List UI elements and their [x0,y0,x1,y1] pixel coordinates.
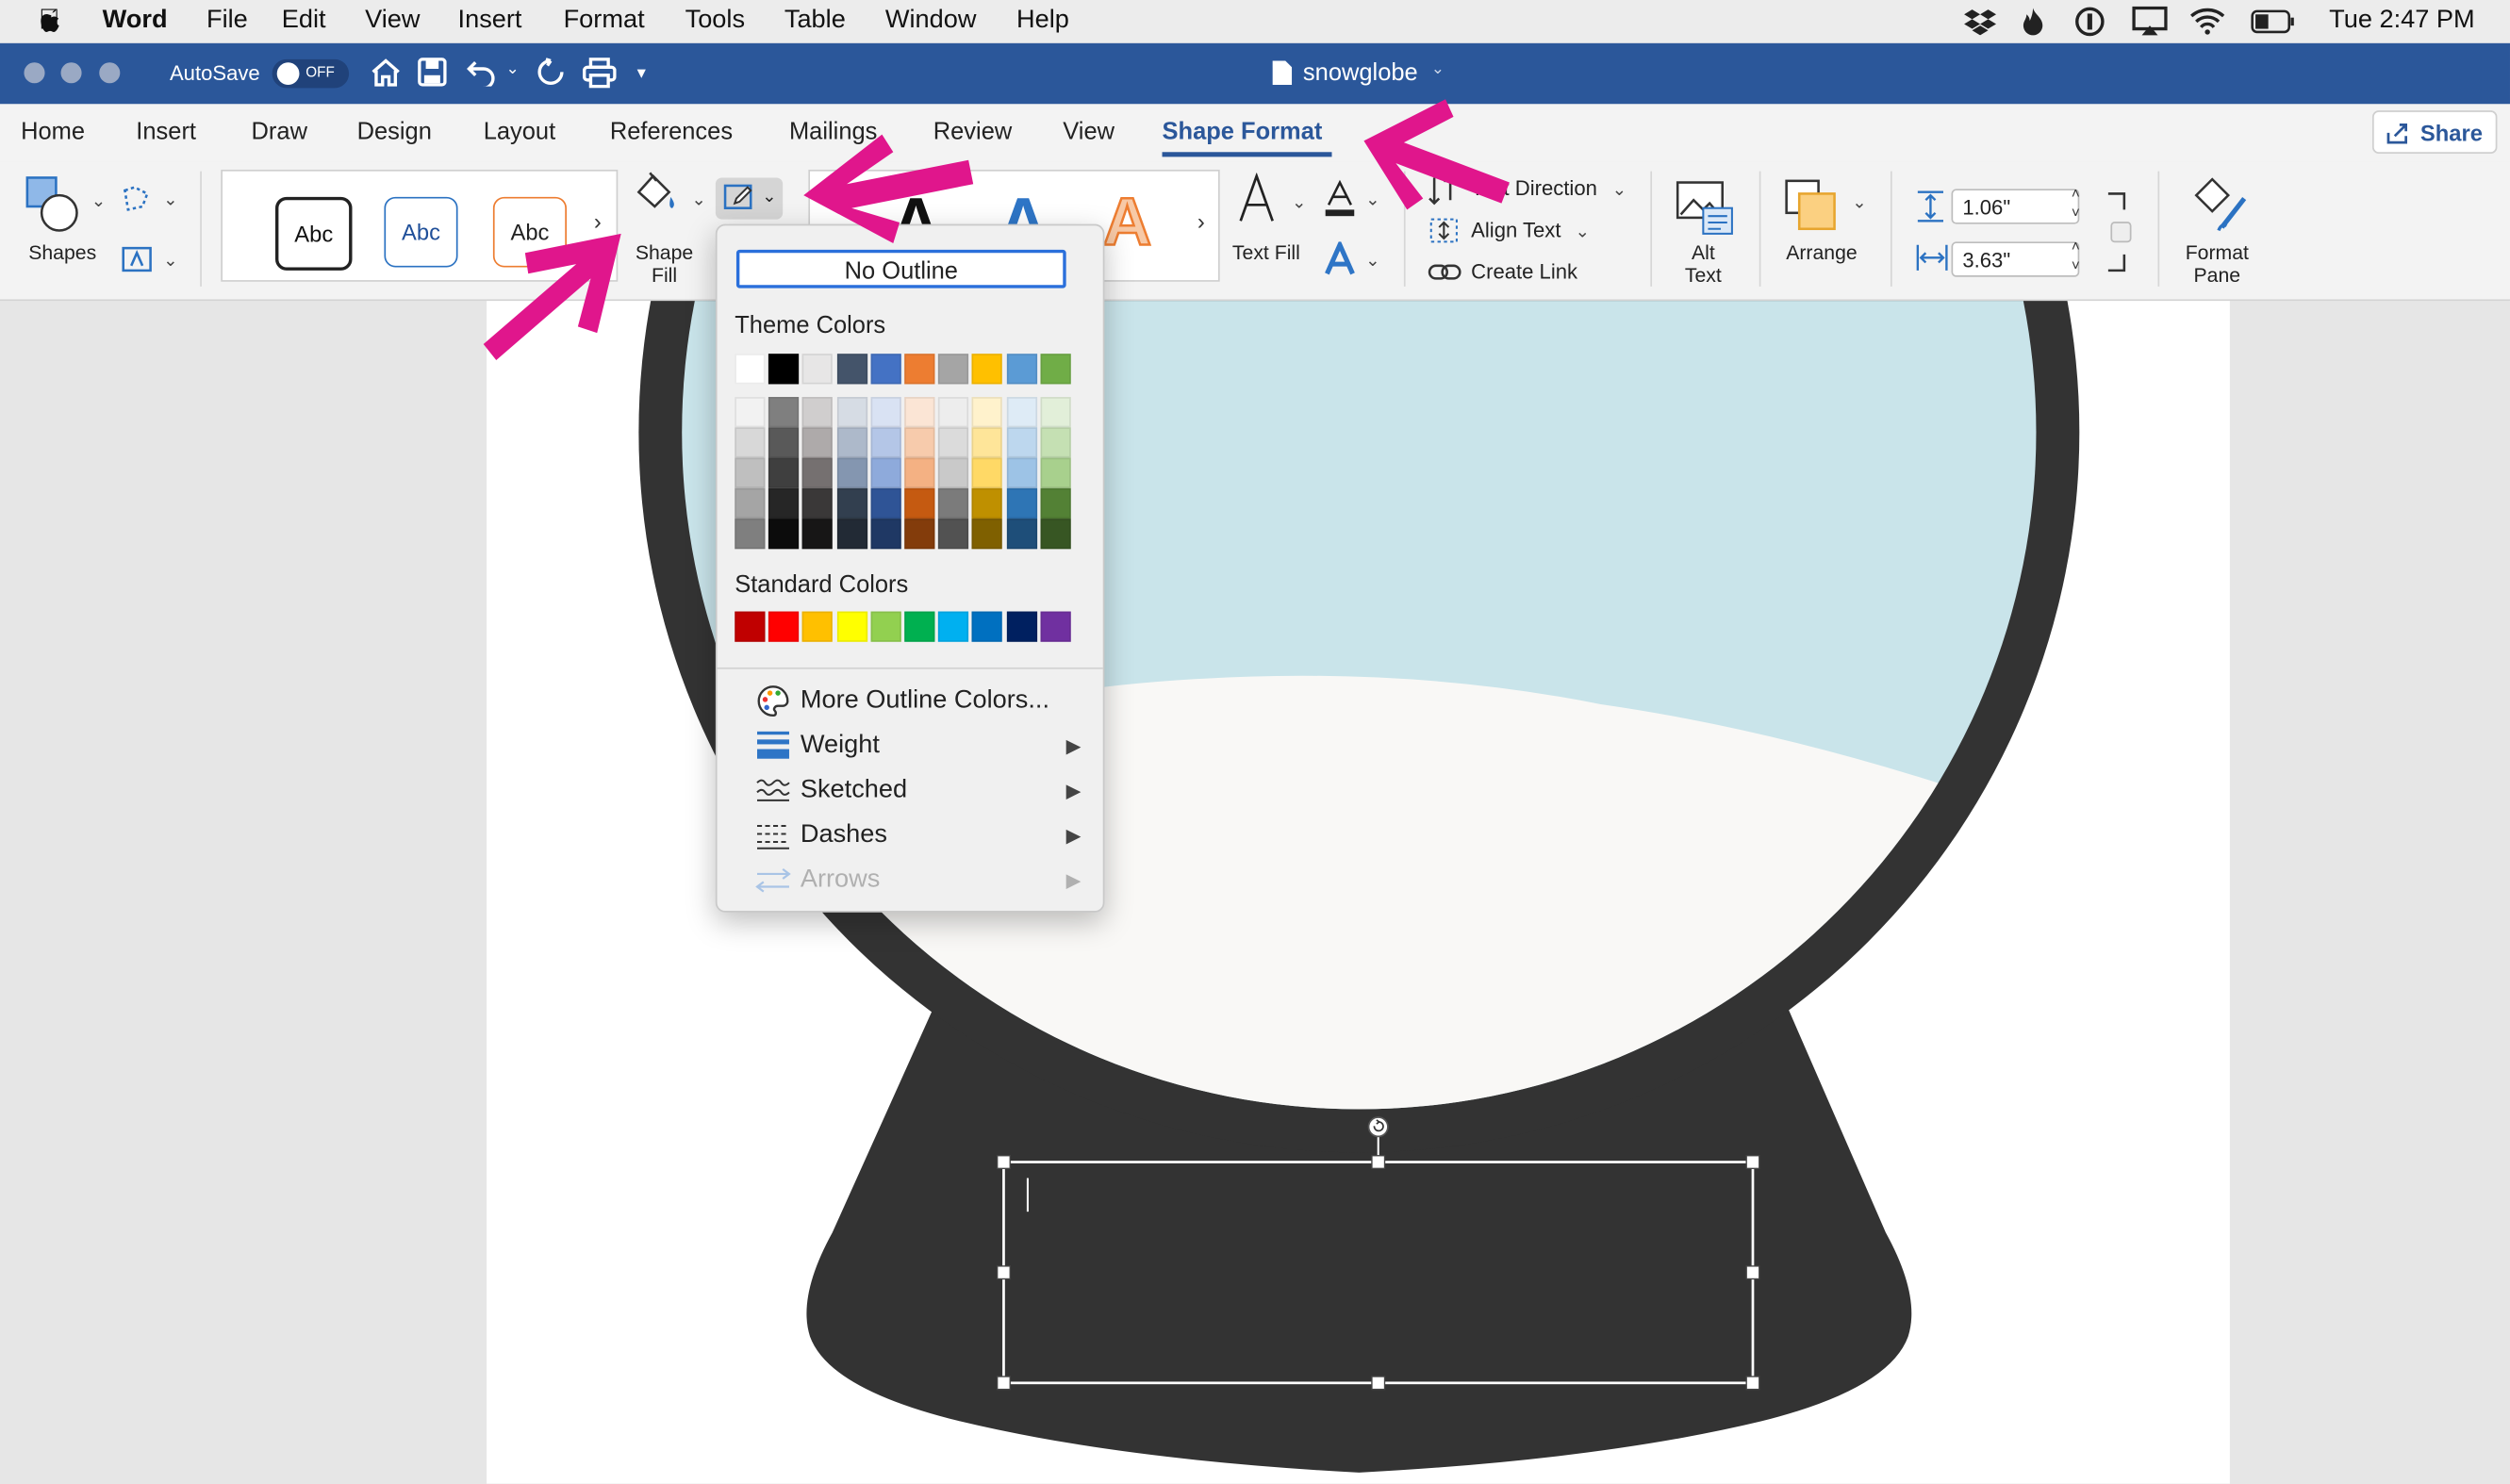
annotation-arrow-shape-format [1363,99,1510,210]
annotation-arrow-shape-fill [483,233,621,360]
annotation-arrow-outline [803,134,974,244]
annotation-arrows [483,99,1510,360]
